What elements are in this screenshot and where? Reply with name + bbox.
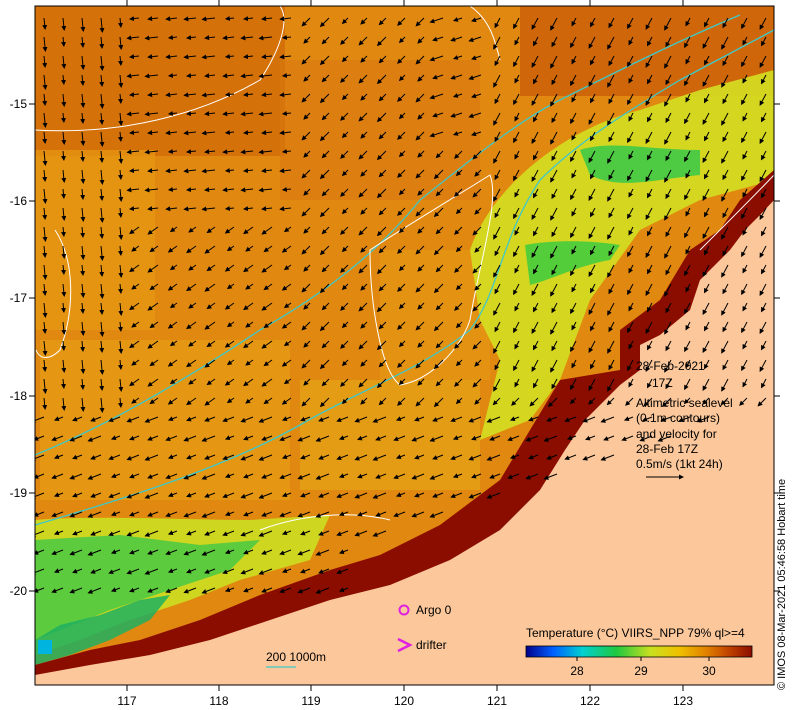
argo-label: Argo 0	[416, 603, 452, 617]
lon-tick-label: 118	[209, 694, 228, 708]
info-line4: 28-Feb 17Z	[636, 442, 698, 456]
info-date: 28-Feb-2021	[636, 359, 705, 373]
depth-legend-label: 200 1000m	[266, 650, 326, 664]
lat-tick-label: -18	[10, 389, 28, 403]
lat-tick-label: -17	[10, 291, 28, 305]
latitude-labels: -15 -16 -17 -18 -19 -20	[10, 97, 28, 598]
credit-text: © IMOS 08-Mar-2021 05:46:58 Hobart time	[776, 478, 788, 690]
longitude-labels: 117 118 119 120 121 122 123	[117, 694, 693, 708]
colorbar-title: Temperature (°C) VIIRS_NPP 79% ql>=4	[526, 626, 745, 640]
info-line2: (0.1m contours)	[636, 411, 720, 425]
lon-tick-label: 119	[301, 694, 320, 708]
lon-tick-label: 120	[394, 694, 414, 708]
lon-tick-label: 122	[580, 694, 600, 708]
info-line3: and velocity for	[636, 427, 717, 441]
sst-map: 117 118 119 120 121 122 123 -15 -16 -17 -18 -19 -20…	[10, 0, 780, 708]
colorbar-tick-label: 29	[634, 664, 648, 678]
info-line1: Altimetric sealevel	[636, 396, 733, 410]
drifter-label: drifter	[416, 638, 447, 652]
lon-tick-label: 123	[673, 694, 693, 708]
info-time: 17Z	[652, 376, 673, 390]
lat-tick-label: -19	[10, 486, 28, 500]
colorbar	[525, 645, 753, 658]
lon-tick-label: 117	[117, 694, 136, 708]
lat-tick-label: -16	[10, 194, 28, 208]
lat-tick-label: -15	[10, 97, 28, 111]
colorbar-tick-label: 30	[702, 664, 716, 678]
lat-tick-label: -20	[10, 584, 28, 598]
colorbar-tick-label: 28	[570, 664, 584, 678]
lon-tick-label: 121	[487, 694, 507, 708]
info-line5: 0.5m/s (1kt 24h)	[636, 457, 723, 471]
